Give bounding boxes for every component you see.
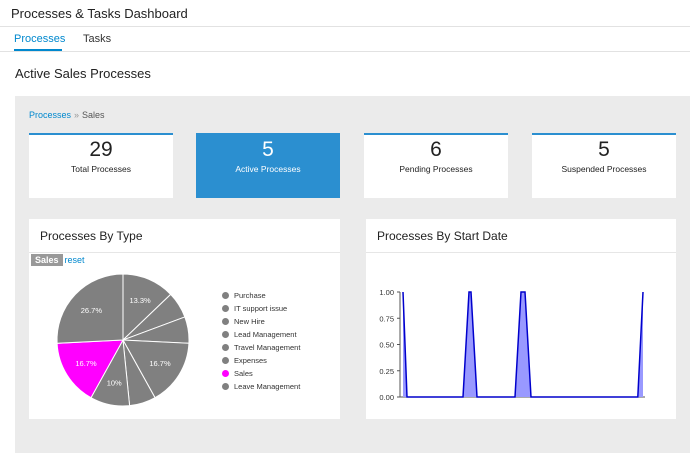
y-tick-label: 0.00: [379, 393, 394, 402]
area-fill-1: [463, 292, 477, 397]
y-tick-label: 0.75: [379, 314, 394, 323]
y-tick-label: 0.25: [379, 367, 394, 376]
y-tick-label: 1.00: [379, 288, 394, 297]
y-tick-label: 0.50: [379, 341, 394, 350]
area-chart: 1.00 0.75 0.50 0.25 0.00: [379, 288, 645, 402]
